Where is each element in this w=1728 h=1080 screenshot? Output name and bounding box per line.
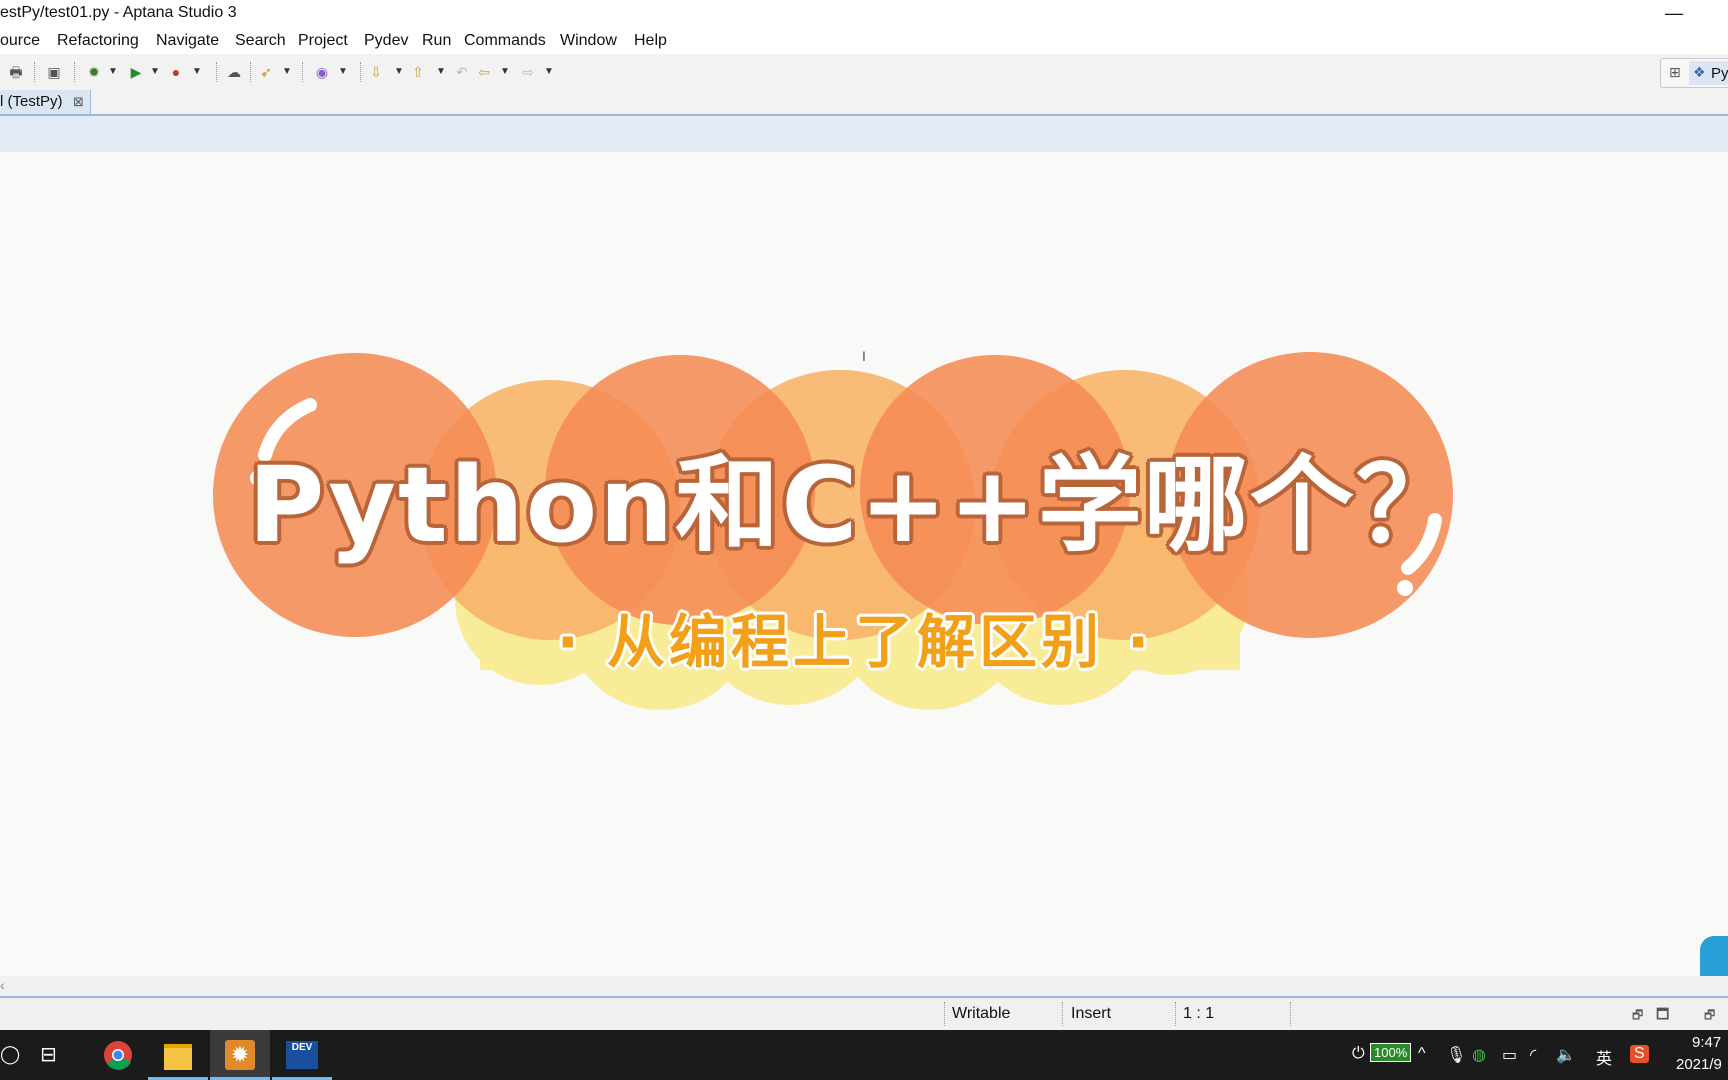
clock-date[interactable]: 2021/9 xyxy=(1676,1056,1722,1073)
dev-cpp-icon: DEV xyxy=(286,1041,318,1069)
menu-bar: ource Refactoring Navigate Search Projec… xyxy=(0,28,1728,54)
editor-tab-label: l (TestPy) xyxy=(0,93,63,110)
pydev-perspective-button[interactable]: ❖ Py xyxy=(1689,61,1728,85)
toolbar-separator xyxy=(216,62,218,82)
toolbar-separator xyxy=(250,62,252,82)
deploy-dropdown-icon[interactable]: ▼ xyxy=(282,62,292,82)
title-bar: estPy/test01.py - Aptana Studio 3 — xyxy=(0,0,1728,28)
network-icon[interactable]: ◜ xyxy=(1530,1045,1536,1065)
deploy-icon[interactable]: ➶ xyxy=(256,62,276,82)
open-perspective-icon[interactable]: ⊞ xyxy=(1669,64,1681,81)
menu-run[interactable]: Run xyxy=(422,32,451,50)
microphone-icon[interactable]: 🎙 xyxy=(1446,1045,1466,1065)
taskbar-file-explorer[interactable] xyxy=(148,1030,208,1080)
chrome-icon xyxy=(104,1041,132,1070)
restore-icon[interactable]: 🗗 xyxy=(1704,1006,1715,1027)
taskbar-dev-cpp[interactable]: DEV xyxy=(272,1030,332,1080)
status-bar: Writable Insert 1 : 1 🗗 🗖 🗗 xyxy=(0,998,1728,1030)
perspective-label: Py xyxy=(1711,65,1728,82)
task-view-icon[interactable]: ⊟ xyxy=(40,1042,57,1067)
forward-icon[interactable]: ⇨ xyxy=(518,62,538,82)
wechat-icon[interactable]: ◍ xyxy=(1472,1045,1486,1065)
forward-dropdown-icon[interactable]: ▼ xyxy=(544,62,554,82)
menu-commands[interactable]: Commands xyxy=(464,32,546,50)
horizontal-scrollbar[interactable]: ‹ xyxy=(0,976,1728,998)
menu-pydev[interactable]: Pydev xyxy=(364,32,408,50)
status-divider xyxy=(1175,1002,1177,1026)
python-icon: ❖ xyxy=(1693,64,1706,80)
taskbar: ◯ ⊟ ✹ DEV ⏻ 100% ^ 🎙 ◍ ▭ ◜ 🔈 英 S 9:47 20… xyxy=(0,1030,1728,1080)
aptana-icon: ✹ xyxy=(225,1040,255,1070)
clock-time[interactable]: 9:47 xyxy=(1692,1034,1721,1051)
banner-subtitle: · 从编程上了解区别 · xyxy=(556,608,1154,676)
window-title: estPy/test01.py - Aptana Studio 3 xyxy=(0,4,237,21)
battery-indicator[interactable]: 100% xyxy=(1370,1043,1412,1062)
perspective-switcher: ⊞ ❖ Py xyxy=(1660,58,1728,88)
menu-project[interactable]: Project xyxy=(298,32,348,50)
restore-icon[interactable]: 🗗 xyxy=(1632,1006,1643,1027)
dev-cpp-label: DEV xyxy=(291,1042,313,1053)
menu-help[interactable]: Help xyxy=(634,32,667,50)
menu-source[interactable]: ource xyxy=(0,32,40,50)
minimize-button[interactable]: — xyxy=(1654,2,1694,26)
menu-window[interactable]: Window xyxy=(560,32,617,50)
last-edit-icon[interactable]: ↶ xyxy=(452,62,472,82)
back-icon[interactable]: ⇦ xyxy=(474,62,494,82)
taskbar-chrome[interactable] xyxy=(88,1030,148,1080)
close-tab-icon[interactable]: ⊠ xyxy=(73,90,84,114)
color-wheel-dropdown-icon[interactable]: ▼ xyxy=(338,62,348,82)
status-divider xyxy=(944,1002,946,1026)
next-annotation-icon[interactable]: ⇩ xyxy=(366,62,386,82)
print-icon[interactable]: 🖶 xyxy=(6,62,26,82)
status-cursor-position: 1 : 1 xyxy=(1183,1005,1215,1022)
toolbar-separator xyxy=(302,62,304,82)
volume-icon[interactable]: 🔈 xyxy=(1556,1045,1576,1065)
power-plug-icon: ⏻ xyxy=(1352,1045,1365,1062)
external-tools-icon[interactable]: ● xyxy=(166,62,186,82)
toolbar-separator xyxy=(34,62,36,82)
show-hidden-icons-icon[interactable]: ^ xyxy=(1418,1045,1426,1063)
editor-tab-row: l (TestPy) ⊠ xyxy=(0,90,1728,116)
status-divider xyxy=(1062,1002,1064,1026)
open-package-icon[interactable]: ▣ xyxy=(44,62,64,82)
editor-header-strip xyxy=(0,116,1728,152)
search-icon[interactable]: ◯ xyxy=(0,1044,20,1065)
sogou-input-icon[interactable]: S xyxy=(1630,1045,1649,1063)
debug-dropdown-icon[interactable]: ▼ xyxy=(108,62,118,82)
run-icon[interactable]: ▶ xyxy=(126,62,146,82)
bubble-highlight-dot xyxy=(1397,580,1413,596)
banner-image: Python和C++学哪个？ · 从编程上了解区别 · xyxy=(210,340,1500,740)
scroll-left-icon[interactable]: ‹ xyxy=(0,977,5,993)
previous-annotation-icon[interactable]: ⇧ xyxy=(408,62,428,82)
taskbar-aptana[interactable]: ✹ xyxy=(210,1030,270,1080)
next-annotation-dropdown-icon[interactable]: ▼ xyxy=(394,62,404,82)
file-explorer-icon xyxy=(164,1044,192,1070)
toolbar-separator xyxy=(74,62,76,82)
status-insert-mode: Insert xyxy=(1071,1005,1112,1022)
menu-search[interactable]: Search xyxy=(235,32,286,50)
toolbar-separator xyxy=(360,62,362,82)
run-dropdown-icon[interactable]: ▼ xyxy=(150,62,160,82)
back-dropdown-icon[interactable]: ▼ xyxy=(500,62,510,82)
banner-title: Python和C++学哪个？ xyxy=(248,444,1462,566)
menu-navigate[interactable]: Navigate xyxy=(156,32,219,50)
ime-indicator[interactable]: 英 xyxy=(1596,1045,1612,1069)
battery-icon[interactable]: ▭ xyxy=(1502,1045,1517,1065)
status-writable: Writable xyxy=(952,1005,1011,1022)
debug-icon[interactable]: ✹ xyxy=(84,62,104,82)
menu-refactoring[interactable]: Refactoring xyxy=(57,32,139,50)
toolbar: 🖶 ▣ ✹ ▼ ▶ ▼ ● ▼ ☁ ➶ ▼ ◉ ▼ ⇩ ▼ ⇧ ▼ ↶ ⇦ ▼ … xyxy=(0,54,1728,91)
maximize-icon[interactable]: 🗖 xyxy=(1656,1004,1669,1028)
status-divider xyxy=(1290,1002,1292,1026)
editor-tab[interactable]: l (TestPy) ⊠ xyxy=(0,90,91,114)
color-wheel-icon[interactable]: ◉ xyxy=(312,62,332,82)
previous-annotation-dropdown-icon[interactable]: ▼ xyxy=(436,62,446,82)
external-tools-dropdown-icon[interactable]: ▼ xyxy=(192,62,202,82)
cloud-icon[interactable]: ☁ xyxy=(224,62,244,82)
